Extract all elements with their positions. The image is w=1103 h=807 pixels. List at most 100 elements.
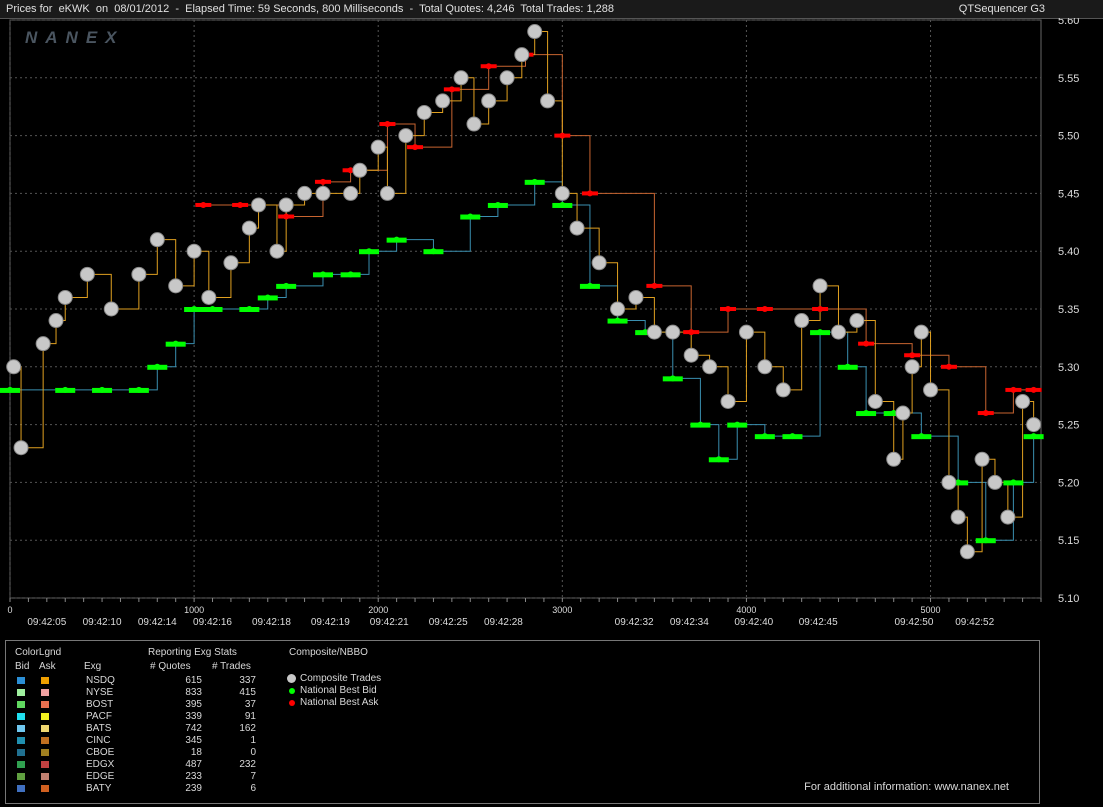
ask-point (283, 213, 290, 220)
bid-point (614, 317, 621, 324)
bid-point (99, 386, 106, 393)
bid-color-swatch (17, 725, 25, 732)
exchange-quotes: 833 (185, 687, 202, 698)
bid-point (715, 456, 722, 463)
bid-color-swatch (17, 749, 25, 756)
bid-point (246, 306, 253, 312)
trade-point (223, 255, 239, 271)
trade-point (435, 93, 451, 109)
x-tick-label: 3000 (552, 605, 572, 615)
ask-color-swatch (41, 677, 49, 684)
trade-point (849, 313, 865, 329)
exchange-name: NSDQ (86, 675, 115, 686)
y-tick-label: 5.50 (1058, 131, 1079, 143)
bid-color-swatch (17, 689, 25, 696)
ask-point (200, 201, 207, 208)
bid-point (135, 386, 142, 393)
exchange-trades: 37 (244, 699, 256, 710)
exchange-trades: 0 (250, 747, 256, 758)
bid-point (494, 201, 501, 208)
exchange-name: EDGE (86, 771, 115, 782)
bid-point (586, 282, 593, 289)
legend-ask-header: Ask (39, 661, 56, 672)
bid-color-swatch (17, 773, 25, 780)
trade-point (974, 451, 990, 467)
trade-point (168, 278, 184, 294)
exchange-trades: 7 (250, 771, 256, 782)
x-tick-label: 4000 (736, 605, 756, 615)
bid-point (430, 248, 437, 255)
exchange-name: EDGX (86, 759, 115, 770)
trade-point (315, 185, 331, 201)
bid-point (264, 294, 271, 301)
ask-point (1010, 386, 1017, 393)
bid-point (697, 421, 704, 428)
exchange-trades: 337 (239, 675, 256, 686)
trade-point (904, 359, 920, 375)
exchange-quotes: 742 (185, 723, 202, 734)
ask-point (485, 63, 492, 70)
trade-point (720, 393, 736, 409)
legend-bid-header: Bid (15, 661, 30, 672)
bid-point (669, 375, 676, 382)
bid-point (283, 282, 290, 289)
legend-quotes-header: # Quotes (150, 661, 191, 672)
bid-point (734, 421, 741, 428)
trade-point (370, 139, 386, 155)
bid-point (154, 363, 161, 370)
trade-point (343, 185, 359, 201)
exchange-quotes: 345 (185, 735, 202, 746)
ask-point (1030, 386, 1037, 393)
ask-color-swatch (41, 689, 49, 696)
ask-point (448, 86, 455, 93)
title-bar: Prices for eKWK on 08/01/2012 - Elapsed … (0, 0, 1103, 19)
ask-point (384, 121, 391, 128)
trade-point (48, 313, 64, 329)
exchange-trades: 1 (250, 735, 256, 746)
exchange-name: NYSE (86, 687, 114, 698)
trade-point (499, 70, 515, 86)
bid-point (7, 386, 13, 393)
exchange-trades: 6 (250, 783, 256, 794)
y-tick-label: 5.10 (1058, 593, 1079, 605)
y-tick-label: 5.30 (1058, 362, 1079, 374)
composite-legend-label: National Best Bid (300, 685, 377, 696)
trade-point (35, 336, 51, 352)
time-label: 09:42:32 (615, 617, 654, 628)
bid-point (191, 306, 198, 312)
trade-point (398, 128, 414, 144)
time-label: 09:42:18 (252, 617, 291, 628)
legend-composite-header: Composite/NBBO (289, 647, 368, 658)
exchange-quotes: 239 (185, 783, 202, 794)
ask-point (237, 201, 244, 208)
trade-point (895, 405, 911, 421)
y-tick-label: 5.20 (1058, 477, 1079, 489)
bid-point (172, 340, 179, 347)
composite-legend-marker (289, 700, 295, 706)
trade-point (527, 24, 543, 40)
y-tick-label: 5.60 (1058, 18, 1079, 27)
ask-point (651, 282, 658, 289)
exchange-trades: 415 (239, 687, 256, 698)
exchange-name: CBOE (86, 747, 115, 758)
bid-point (209, 306, 216, 312)
ask-point (586, 190, 593, 197)
exchange-trades: 91 (244, 711, 256, 722)
exchange-trades: 232 (239, 759, 256, 770)
trade-point (628, 289, 644, 305)
time-label: 09:42:21 (370, 617, 409, 628)
trade-point (6, 359, 22, 375)
trade-point (201, 289, 217, 305)
footer-link[interactable]: For additional information: www.nanex.ne… (804, 781, 1009, 793)
exchange-quotes: 487 (185, 759, 202, 770)
time-label: 09:42:52 (955, 617, 994, 628)
time-label: 09:42:45 (799, 617, 838, 628)
trade-point (453, 70, 469, 86)
y-tick-label: 5.45 (1058, 188, 1079, 200)
trade-point (950, 509, 966, 525)
bid-point (918, 433, 925, 440)
composite-legend-label: Composite Trades (300, 673, 382, 684)
trade-point (867, 393, 883, 409)
time-label: 09:42:50 (894, 617, 933, 628)
ask-point (863, 340, 870, 347)
